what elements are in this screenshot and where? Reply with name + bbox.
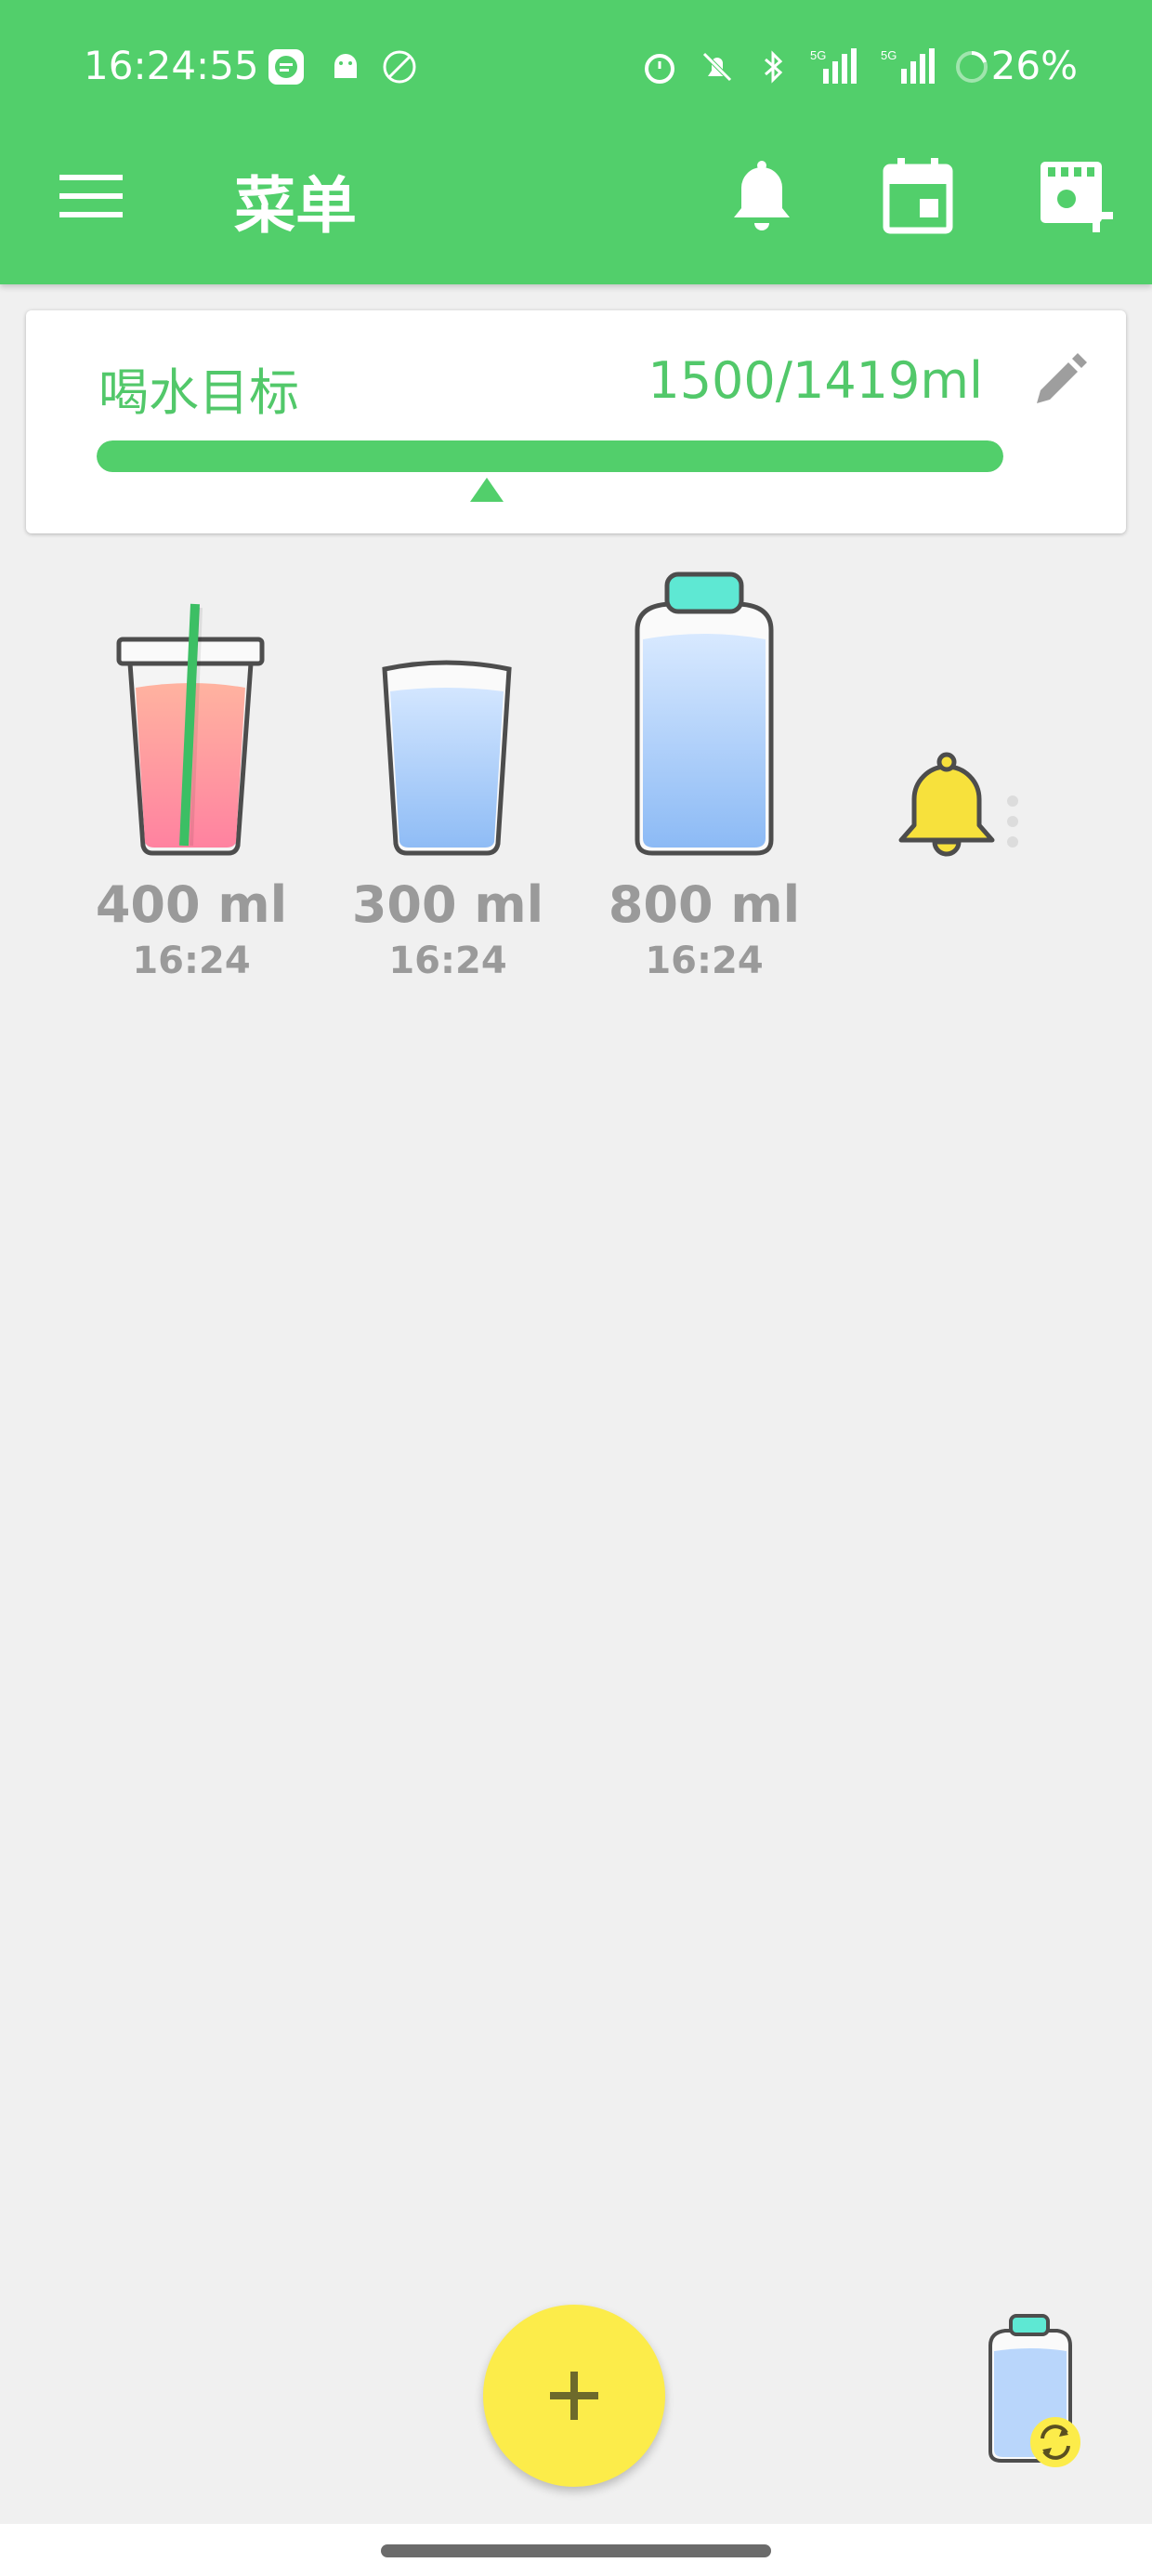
plus-icon [550, 2372, 598, 2420]
entry-time: 16:24 [645, 940, 764, 982]
pink-drink-cup-icon[interactable] [111, 602, 269, 859]
page-title: 菜单 [234, 170, 357, 242]
menu-icon[interactable] [59, 173, 123, 219]
signal-2-label: 5G [881, 48, 897, 62]
bell-icon[interactable] [728, 158, 795, 234]
add-drink-button[interactable] [483, 2305, 665, 2487]
drink-entry[interactable]: 400 ml 16:24 [80, 875, 303, 982]
android-icon [334, 54, 357, 78]
goal-value: 1500/1419ml [648, 351, 983, 410]
entry-time: 16:24 [388, 940, 507, 982]
add-cup-icon[interactable] [1039, 158, 1115, 234]
edit-icon[interactable] [1031, 351, 1089, 409]
switch-cup-button[interactable] [985, 2312, 1093, 2468]
water-bottle-icon[interactable] [632, 569, 777, 859]
goal-progress-fill [97, 440, 1003, 472]
status-time: 16:24:55 [84, 43, 259, 88]
signal-icon: 5G [810, 48, 857, 84]
system-nav-bar [0, 2524, 1152, 2576]
calendar-icon[interactable] [883, 156, 953, 234]
mute-icon [702, 52, 732, 82]
signal-1-label: 5G [810, 48, 826, 62]
drink-entry[interactable]: 800 ml 16:24 [593, 875, 816, 982]
message-app-icon [268, 49, 304, 85]
water-goal-card[interactable]: 喝水目标 1500/1419ml [26, 310, 1126, 533]
entry-time: 16:24 [132, 940, 251, 982]
battery-ring-icon [956, 51, 988, 83]
home-handle[interactable] [381, 2544, 771, 2557]
entry-amount: 400 ml [95, 875, 288, 934]
goal-progress-bar [97, 440, 1003, 472]
app-bar: 16:24:55 5G 5G 26% 菜单 [0, 0, 1152, 284]
data-saver-icon [383, 50, 416, 84]
entry-amount: 300 ml [351, 875, 544, 934]
battery-percent: 26% [990, 43, 1078, 88]
signal-icon-2: 5G [881, 48, 935, 84]
drink-entry[interactable]: 300 ml 16:24 [336, 875, 559, 982]
reminder-bell-icon[interactable] [896, 749, 998, 861]
goal-label: 喝水目标 [98, 363, 299, 422]
bluetooth-icon [765, 50, 783, 84]
goal-marker-icon [469, 478, 504, 502]
entry-amount: 800 ml [608, 875, 801, 934]
water-glass-icon[interactable] [379, 656, 515, 859]
alarm-icon [645, 54, 674, 84]
more-options-icon[interactable] [1003, 792, 1022, 851]
